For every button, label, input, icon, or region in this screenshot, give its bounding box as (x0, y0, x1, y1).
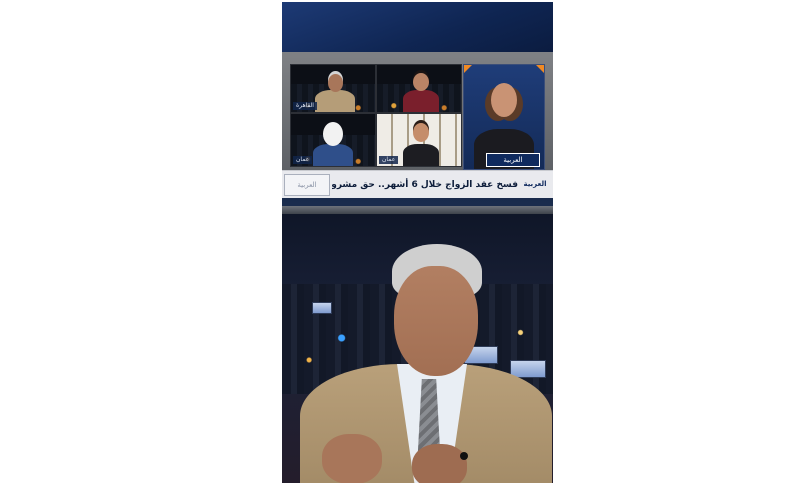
left-hand (322, 434, 382, 483)
guest-tile-top-left: القاهرة (290, 64, 376, 113)
channel-logo-badge: العربية (486, 153, 540, 167)
frame-divider (282, 206, 553, 214)
right-hand (412, 444, 467, 483)
guest-tile-bottom-middle: عمان (376, 113, 462, 167)
corner-accent-right (536, 65, 544, 73)
guest-woman (401, 120, 441, 166)
news-ticker: العربية فسخ عقد الزواج خلال 6 أشهر.. حق … (282, 170, 553, 198)
lapel-mic-icon (460, 452, 468, 460)
ticker-brand-logo: العربية (523, 180, 547, 188)
location-label: القاهرة (293, 102, 317, 110)
corner-accent-left (464, 65, 472, 73)
location-label: عمان (293, 156, 313, 164)
anchor-tile: العربية (463, 64, 545, 170)
guest-face (394, 266, 478, 376)
live-guest-shot (282, 214, 553, 483)
broadcast-panel: القاهرة عمان عمان العربية العربية فسخ عق… (282, 2, 553, 206)
guest-man (315, 70, 355, 112)
guest-tile-top-middle (376, 64, 462, 113)
ticker-headline: فسخ عقد الزواج خلال 6 أشهر.. حق مشروع أم… (332, 180, 518, 190)
ticker-watermark-logo: العربية (284, 174, 330, 196)
location-label: عمان (379, 156, 399, 164)
studio-banner (282, 2, 553, 52)
guest-woman (401, 70, 441, 112)
guest-woman-hijab (311, 120, 355, 166)
video-frame: القاهرة عمان عمان العربية العربية فسخ عق… (282, 2, 553, 483)
guest-speaker (282, 214, 553, 483)
guest-tile-bottom-left: عمان (290, 113, 376, 167)
